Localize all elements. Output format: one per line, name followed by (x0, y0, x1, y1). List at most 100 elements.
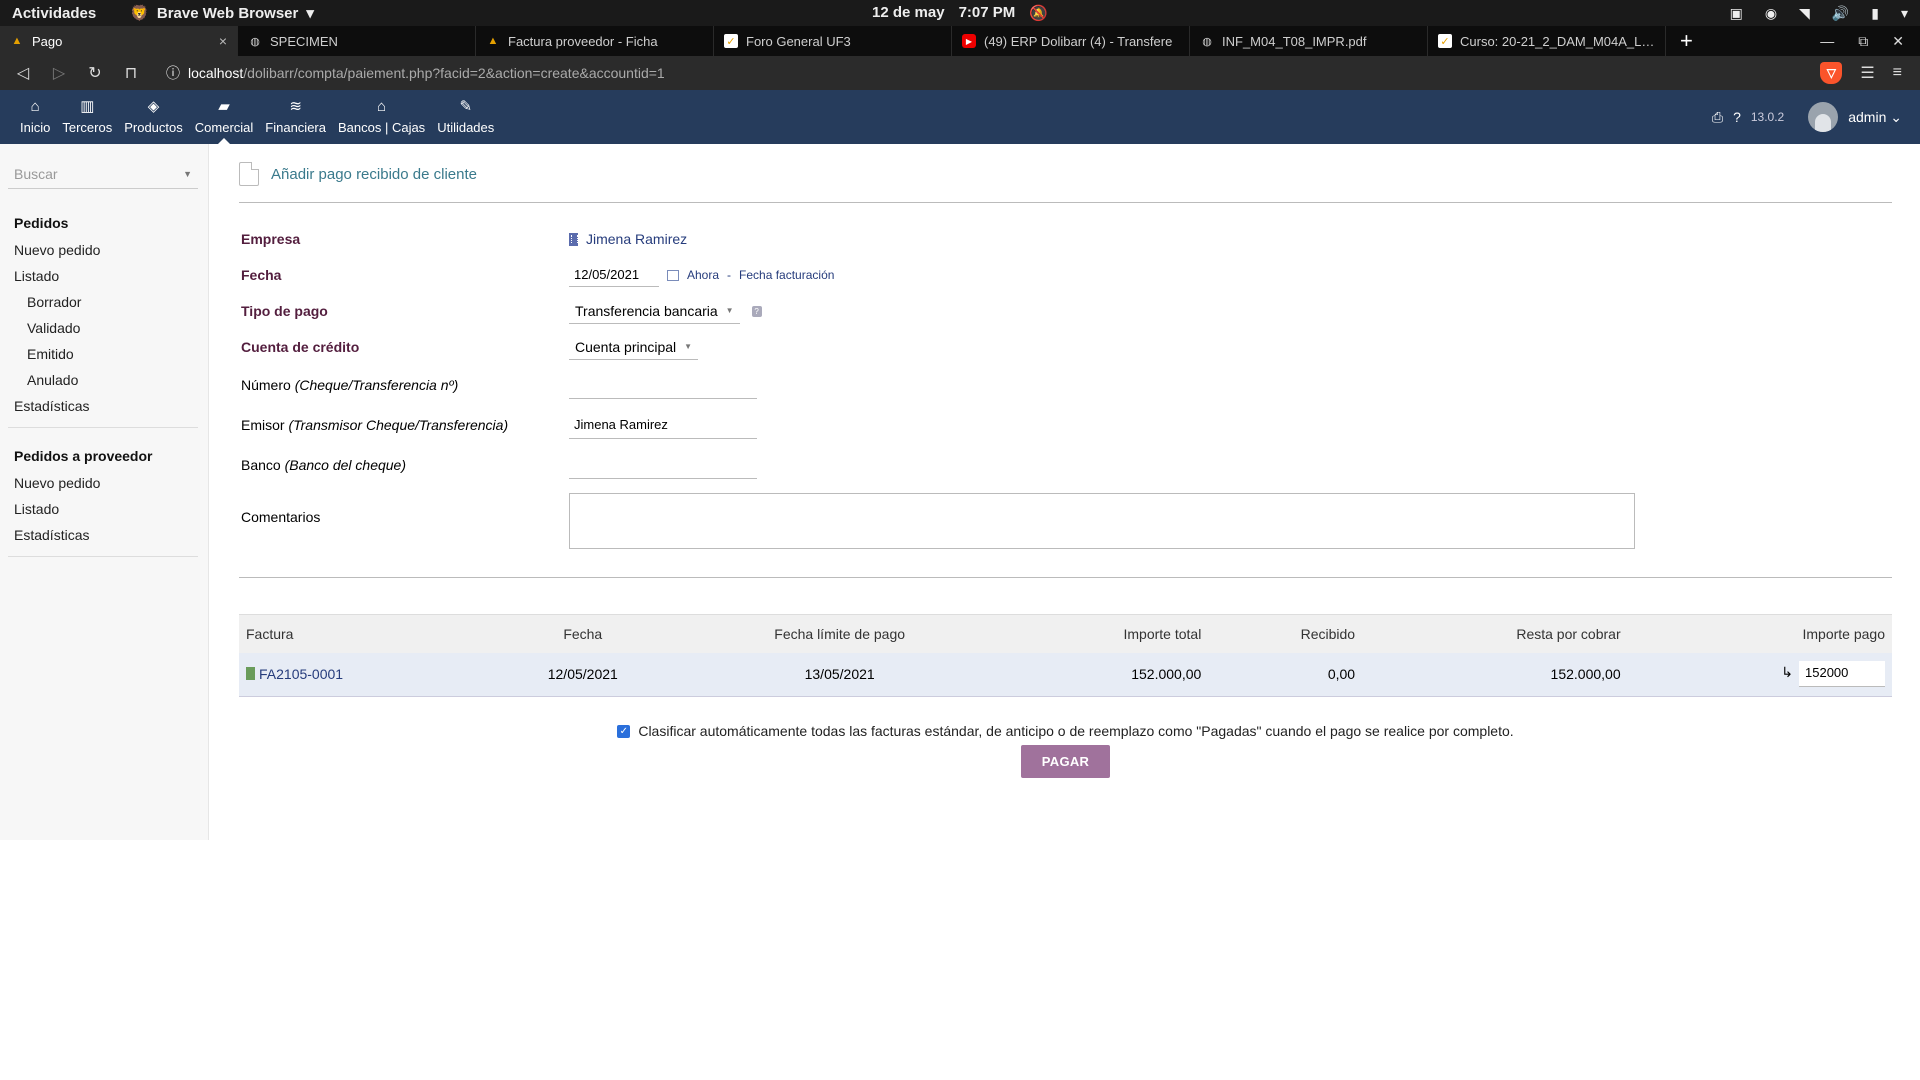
menu-icon[interactable]: ≡ (1893, 64, 1902, 82)
ahora-link[interactable]: Ahora (687, 268, 719, 282)
close-window-icon[interactable]: ✕ (1892, 33, 1904, 50)
media-list-icon[interactable]: ☰ (1860, 63, 1874, 83)
sidebar-item-nuevo-pedido-proveedor[interactable]: Nuevo pedido (8, 470, 198, 496)
sidebar-item-listado-proveedor[interactable]: Listado (8, 496, 198, 522)
reload-icon[interactable]: ↻ (80, 58, 110, 88)
menu-productos[interactable]: ◈ Productos (118, 90, 189, 144)
sidebar-item-validado[interactable]: Validado (8, 315, 198, 341)
sidebar-item-nuevo-pedido[interactable]: Nuevo pedido (8, 237, 198, 263)
empresa-link[interactable]: Jimena Ramirez (586, 231, 687, 247)
brave-lion-icon: 🦁 (130, 5, 149, 22)
help-icon[interactable]: ? (1733, 109, 1741, 125)
url-host: localhost (188, 65, 244, 81)
invoice-link[interactable]: FA2105-0001 (259, 666, 343, 682)
steam-icon: ◉ (1764, 4, 1778, 21)
sidebar-block-pedidos: Pedidos Nuevo pedido Listado Borrador Va… (8, 209, 198, 428)
menu-label: Inicio (20, 120, 51, 135)
print-icon[interactable]: ⎙ (1712, 109, 1723, 126)
banco-input[interactable] (569, 451, 757, 479)
menu-bancos[interactable]: ⌂ Bancos | Cajas (332, 90, 431, 144)
caret-down-icon: ▼ (183, 169, 192, 179)
new-tab-button[interactable]: + (1666, 28, 1707, 54)
wrench-icon: ✎ (459, 98, 473, 115)
tab-foro-general[interactable]: ✓ Foro General UF3 (714, 26, 952, 56)
search-placeholder: Buscar (14, 166, 58, 182)
tab-title: Foro General UF3 (746, 33, 851, 49)
comentarios-textarea[interactable] (569, 493, 1635, 549)
menu-comercial[interactable]: ▰ Comercial (189, 90, 260, 144)
tab-specimen[interactable]: ◍ SPECIMEN (238, 26, 476, 56)
calendar-icon[interactable] (667, 269, 679, 281)
tipo-pago-select[interactable]: Transferencia bancaria ▼ (569, 299, 740, 324)
main-menu: ⌂ Inicio ▥ Terceros ◈ Productos ▰ Comerc… (0, 90, 1920, 144)
restore-icon[interactable]: ⧉ (1858, 33, 1868, 50)
close-icon[interactable]: × (219, 33, 227, 49)
check-square-icon: ✓ (724, 34, 738, 48)
sidebar-item-emitido[interactable]: Emitido (8, 341, 198, 367)
warning-triangle-icon: ▲ (11, 35, 23, 47)
clock[interactable]: 12 de may 7:07 PM 🔕 (872, 4, 1048, 22)
tab-title: Factura proveedor - Ficha (508, 33, 658, 49)
menu-financiera[interactable]: ≋ Financiera (259, 90, 332, 144)
importe-pago-input[interactable]: 152000 (1799, 661, 1885, 688)
banco-label: Banco (Banco del cheque) (241, 457, 407, 473)
emisor-input[interactable]: Jimena Ramirez (569, 411, 757, 439)
tab-factura-proveedor[interactable]: ▲ Factura proveedor - Ficha (476, 26, 714, 56)
back-icon[interactable]: ◁ (8, 58, 38, 88)
date-field[interactable]: 12/05/2021 (569, 263, 659, 287)
forward-icon[interactable]: ▷ (44, 58, 74, 88)
user-menu[interactable]: admin ⌄ (1848, 109, 1902, 126)
fecha-facturacion-link[interactable]: Fecha facturación (739, 268, 834, 282)
caret-down-icon: ▼ (684, 342, 693, 351)
fill-amount-arrow-icon[interactable]: ↳ (1781, 664, 1793, 680)
tipo-pago-value: Transferencia bancaria (575, 302, 718, 319)
menu-inicio[interactable]: ⌂ Inicio (14, 90, 56, 144)
minimize-icon[interactable]: — (1820, 33, 1834, 50)
menu-utilidades[interactable]: ✎ Utilidades (431, 90, 500, 144)
sidebar-block-pedidos-proveedor: Pedidos a proveedor Nuevo pedido Listado… (8, 442, 198, 557)
sidebar-item-estadisticas-proveedor[interactable]: Estadísticas (8, 522, 198, 548)
sidebar-item-listado[interactable]: Listado (8, 263, 198, 289)
avatar[interactable] (1808, 102, 1839, 132)
menu-terceros[interactable]: ▥ Terceros (56, 90, 118, 144)
tab-pdf[interactable]: ◍ INF_M04_T08_IMPR.pdf (1190, 26, 1428, 56)
system-tray[interactable]: ▣ ◉ ◥ 🔊 ▮ ▾ (1730, 5, 1908, 22)
user-name: admin (1848, 108, 1887, 125)
comentarios-label: Comentarios (241, 509, 321, 525)
app-menu[interactable]: 🦁 Brave Web Browser ▾ (130, 4, 314, 23)
col-fecha: Fecha (488, 614, 678, 653)
sidebar-item-anulado[interactable]: Anulado (8, 367, 198, 393)
brave-shield-icon[interactable]: ▽ (1820, 62, 1843, 84)
help-icon[interactable]: ? (751, 305, 762, 317)
classify-label: Clasificar automáticamente todas las fac… (638, 723, 1514, 739)
numero-input[interactable] (569, 371, 757, 399)
notifications-muted-icon: 🔕 (1029, 5, 1048, 22)
tab-title: Curso: 20-21_2_DAM_M04A_Lengua (1460, 33, 1655, 49)
app-menu-label: Brave Web Browser (156, 4, 299, 22)
sidebar-item-estadisticas[interactable]: Estadísticas (8, 393, 198, 419)
screen-share-icon: ▣ (1729, 4, 1743, 21)
search-select[interactable]: Buscar ▼ (8, 160, 198, 189)
sidebar-heading-pedidos-proveedor[interactable]: Pedidos a proveedor (8, 442, 198, 470)
bookmark-icon[interactable]: ⊓ (116, 58, 146, 88)
tab-curso[interactable]: ✓ Curso: 20-21_2_DAM_M04A_Lengua (1428, 26, 1666, 56)
cuenta-select[interactable]: Cuenta principal ▼ (569, 335, 699, 360)
menu-label: Comercial (194, 120, 254, 135)
sidebar-heading-pedidos[interactable]: Pedidos (8, 209, 198, 237)
numero-label: Número (Cheque/Transferencia nº) (241, 377, 459, 393)
url-input[interactable]: ⓘ localhost/dolibarr/compta/paiement.php… (156, 60, 1814, 86)
site-info-icon[interactable]: ⓘ (166, 63, 180, 83)
page-header: Añadir pago recibido de cliente (239, 162, 1892, 203)
empresa-label: Empresa (241, 231, 301, 247)
coins-icon: ≋ (289, 98, 302, 115)
tab-youtube[interactable]: ▶ (49) ERP Dolibarr (4) - Transfere (952, 26, 1190, 56)
tab-pago[interactable]: ▲ Pago × (0, 26, 238, 56)
pay-button[interactable]: PAGAR (1020, 745, 1111, 778)
sidebar-item-borrador[interactable]: Borrador (8, 289, 198, 315)
caret-down-icon: ▾ (306, 5, 314, 22)
classify-checkbox[interactable]: ✓ (617, 724, 631, 738)
clock-date: 12 de may (872, 4, 945, 21)
company-icon (569, 232, 578, 246)
url-path: /dolibarr/compta/paiement.php?facid=2&ac… (243, 65, 665, 81)
activities-button[interactable]: Actividades (12, 5, 96, 22)
